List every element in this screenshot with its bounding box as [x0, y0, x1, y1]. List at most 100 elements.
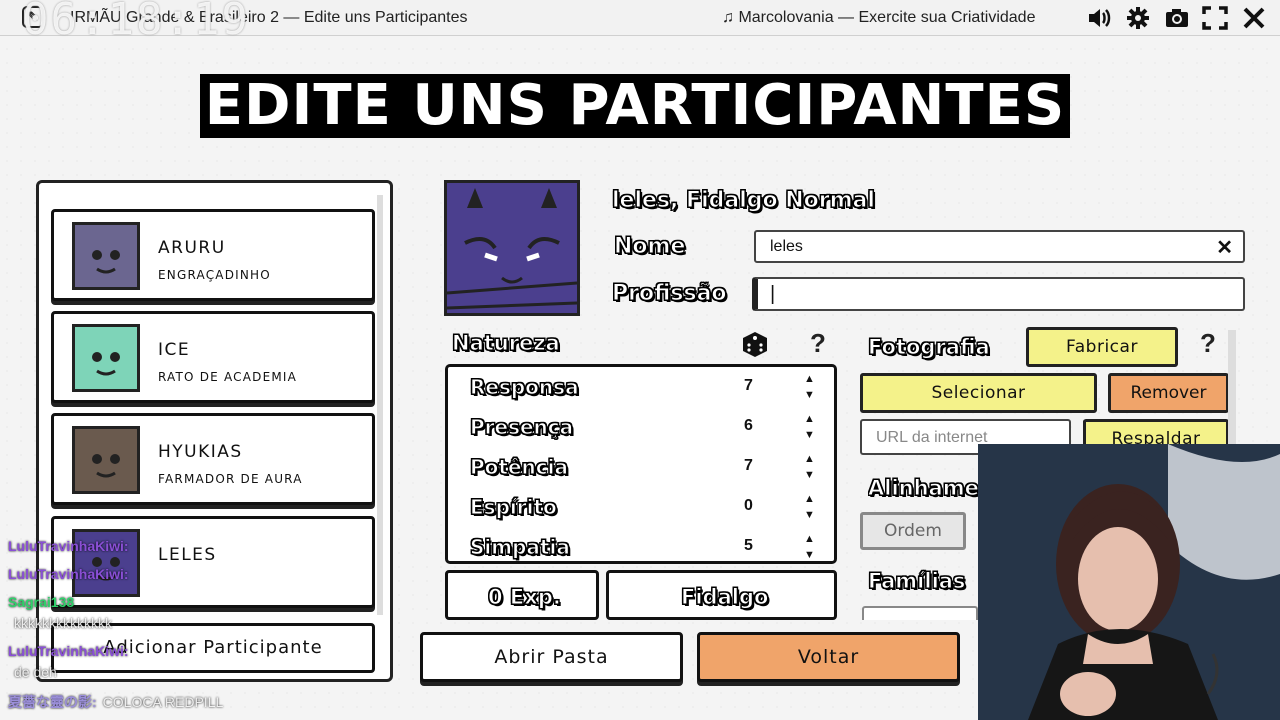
participant-name: LELES: [158, 545, 217, 565]
webcam-overlay: [978, 444, 1280, 720]
chevron-down-icon[interactable]: ▼: [804, 549, 815, 561]
select-button[interactable]: Selecionar: [860, 373, 1097, 413]
chat-username: LuluTravinhaKiwi:: [8, 566, 129, 582]
right-scrollbar[interactable]: [1228, 330, 1236, 444]
participant-portrait[interactable]: [444, 180, 580, 316]
class-button[interactable]: Fidalgo: [606, 570, 837, 620]
participant-name: HYUKIAS: [158, 442, 243, 462]
families-label: Famílias: [867, 569, 966, 594]
chevron-up-icon[interactable]: ▲: [804, 533, 815, 545]
chevron-down-icon[interactable]: ▼: [804, 469, 815, 481]
profession-label: Profissão: [612, 281, 728, 307]
participant-job: ENGRAÇADINHO: [158, 268, 271, 282]
chevron-up-icon[interactable]: ▲: [804, 413, 815, 425]
chevron-down-icon[interactable]: ▼: [804, 429, 815, 441]
stat-spinner[interactable]: ▲ ▼: [804, 451, 815, 483]
participant-avatar: [72, 324, 140, 392]
dice-icon[interactable]: [740, 330, 770, 363]
camera-icon[interactable]: [1164, 6, 1190, 30]
stat-name: Espírito: [470, 495, 558, 520]
participant-avatar: [72, 222, 140, 290]
app-icon: ✎: [22, 6, 44, 28]
stat-row: Simpatia 5 ▲ ▼: [448, 529, 834, 569]
stat-row: Responsa 7 ▲ ▼: [448, 369, 834, 409]
stat-row: Espírito 0 ▲ ▼: [448, 489, 834, 529]
chat-message: de deh: [8, 664, 57, 680]
chat-username: 夏薔な靈の影:: [8, 694, 97, 710]
name-field[interactable]: leles ✕: [754, 230, 1245, 263]
stat-spinner[interactable]: ▲ ▼: [804, 371, 815, 403]
window-titlebar: ✎ IRMÃU Grande & Brasileiro 2 — Edite un…: [0, 0, 1280, 36]
alignment-label: Alinhamento: [868, 476, 978, 500]
gear-icon[interactable]: [1125, 6, 1151, 30]
stat-name: Simpatia: [470, 535, 571, 560]
chat-message: Sagrai138: [8, 594, 80, 610]
stat-row: Potência 7 ▲ ▼: [448, 449, 834, 489]
url-placeholder: URL da internet: [876, 429, 988, 446]
chat-message: LuluTravinhaKiwi:: [8, 643, 135, 659]
participant-card[interactable]: ARURU ENGRAÇADINHO: [51, 209, 375, 301]
remove-button[interactable]: Remover: [1108, 373, 1229, 413]
stat-spinner[interactable]: ▲ ▼: [804, 411, 815, 443]
window-title: IRMÃU Grande & Brasileiro 2 — Edite uns …: [70, 9, 468, 26]
back-button[interactable]: Voltar: [697, 632, 960, 682]
participant-avatar: [72, 426, 140, 494]
clear-icon[interactable]: ✕: [1216, 235, 1233, 260]
volume-icon[interactable]: [1087, 6, 1113, 30]
order-button[interactable]: Ordem: [860, 512, 966, 550]
participant-card[interactable]: LELES: [51, 516, 375, 608]
class-label: Fidalgo: [680, 585, 769, 610]
chat-username: LuluTravinhaKiwi:: [8, 643, 129, 659]
nature-label: Natureza: [452, 331, 561, 356]
now-playing: ♫ Marcolovania — Exercite sua Criativida…: [722, 9, 1036, 26]
photo-help-icon[interactable]: ?: [1200, 328, 1216, 359]
stat-spinner[interactable]: ▲ ▼: [804, 491, 815, 523]
name-field-value: leles: [770, 238, 803, 255]
open-folder-button[interactable]: Abrir Pasta: [420, 632, 683, 682]
participant-job: RATO DE ACADEMIA: [158, 370, 298, 384]
text-cursor: |: [770, 283, 776, 305]
participant-card[interactable]: ICE RATO DE ACADEMIA: [51, 311, 375, 403]
stat-value: 0: [744, 497, 753, 514]
nature-stats-box: Responsa 7 ▲ ▼ Presença 6 ▲ ▼ Potência 7 ▲ ▼ Espírit…: [445, 364, 837, 564]
profession-field[interactable]: |: [752, 277, 1245, 311]
stat-name: Potência: [470, 455, 569, 480]
chat-text: COLOCA REDPILL: [102, 694, 224, 710]
participants-scrollbar[interactable]: [377, 195, 383, 615]
stat-spinner[interactable]: ▲ ▼: [804, 531, 815, 563]
stat-value: 7: [744, 457, 753, 474]
stat-value: 6: [744, 417, 753, 434]
participant-card[interactable]: HYUKIAS FARMADOR DE AURA: [51, 413, 375, 505]
participant-job: FARMADOR DE AURA: [158, 472, 303, 486]
chevron-up-icon[interactable]: ▲: [804, 373, 815, 385]
name-label: Nome: [613, 234, 686, 260]
chat-message: LuluTravinhaKiwi:: [8, 566, 135, 582]
participant-heading: leles, Fidalgo Normal: [612, 188, 876, 214]
stat-value: 7: [744, 377, 753, 394]
stat-value: 5: [744, 537, 753, 554]
stat-row: Presença 6 ▲ ▼: [448, 409, 834, 449]
close-icon[interactable]: [1241, 6, 1267, 30]
chevron-up-icon[interactable]: ▲: [804, 453, 815, 465]
chat-message: LuluTravinhaKiwi:: [8, 538, 135, 554]
exp-display: 0 Exp.: [445, 570, 599, 620]
chat-username: LuluTravinhaKiwi:: [8, 538, 129, 554]
nature-help-icon[interactable]: ?: [810, 328, 826, 359]
chat-username: Sagrai138: [8, 594, 75, 610]
families-field[interactable]: [862, 606, 978, 620]
chat-message: kkkkkkkkkkkkkk: [8, 615, 112, 631]
chat-message: 夏薔な靈の影: COLOCA REDPILL: [8, 692, 223, 712]
chevron-down-icon[interactable]: ▼: [804, 509, 815, 521]
participant-name: ICE: [158, 340, 191, 360]
participant-name: ARURU: [158, 238, 226, 258]
chat-text: de deh: [14, 664, 57, 680]
stat-name: Responsa: [470, 375, 580, 400]
participants-panel: ARURU ENGRAÇADINHO ICE RATO DE ACADEMIA HYUK…: [36, 180, 393, 682]
chat-text: kkkkkkkkkkkkkk: [14, 615, 112, 631]
photo-label: Fotografia: [868, 335, 991, 360]
fabricate-button[interactable]: Fabricar: [1026, 327, 1178, 367]
page-title: EDITE UNS PARTICIPANTES: [200, 74, 1070, 138]
chevron-down-icon[interactable]: ▼: [804, 389, 815, 401]
fullscreen-icon[interactable]: [1202, 6, 1228, 30]
chevron-up-icon[interactable]: ▲: [804, 493, 815, 505]
